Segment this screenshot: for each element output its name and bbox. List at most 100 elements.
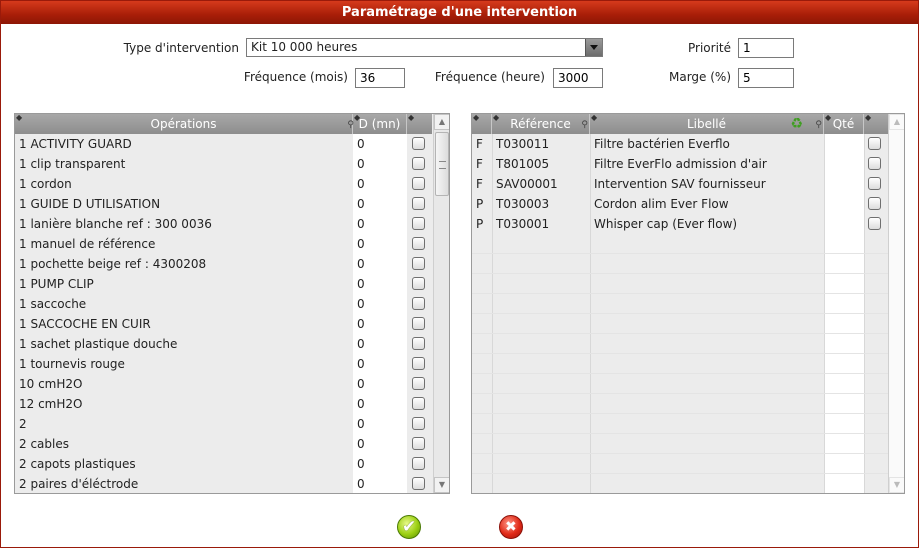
operation-checkbox[interactable] [412,297,425,310]
operation-checkbox[interactable] [412,397,425,410]
article-checkbox[interactable] [868,157,881,170]
col-header-reference[interactable]: ◆ Référence ⚲ [492,114,590,134]
operation-duration[interactable]: 0 [353,314,407,334]
article-checkbox[interactable] [868,137,881,150]
operation-duration[interactable]: 0 [353,354,407,374]
col-header-libelle[interactable]: ◆ Libellé ♻ ⚲ [590,114,824,134]
scroll-up-icon[interactable]: ▲ [434,114,449,130]
table-row[interactable]: P T030003 Cordon alim Ever Flow [472,194,888,214]
article-qte[interactable] [825,194,864,214]
table-row[interactable]: 2 cables 0 [15,434,432,454]
table-row[interactable]: 1 saccoche 0 [15,294,432,314]
table-row[interactable]: 1 clip transparent 0 [15,154,432,174]
operation-checkbox[interactable] [412,257,425,270]
table-row[interactable]: 1 PUMP CLIP 0 [15,274,432,294]
check-icon[interactable] [397,515,421,539]
type-select[interactable]: Kit 10 000 heures [246,38,603,57]
operation-name: 10 cmH2O [19,377,83,391]
operation-duration[interactable]: 0 [353,294,407,314]
operation-checkbox[interactable] [412,137,425,150]
operation-duration[interactable]: 0 [353,154,407,174]
table-row[interactable]: 12 cmH2O 0 [15,394,432,414]
table-row[interactable]: 1 pochette beige ref : 4300208 0 [15,254,432,274]
operation-duration[interactable]: 0 [353,394,407,414]
table-row[interactable]: P T030001 Whisper cap (Ever flow) [472,214,888,234]
operation-checkbox[interactable] [412,357,425,370]
priorite-input[interactable] [738,38,794,58]
operation-duration[interactable]: 0 [353,454,407,474]
article-qte [825,434,864,454]
table-row[interactable]: 2 paires d'éléctrode 0 [15,474,432,493]
scroll-down-icon[interactable]: ▼ [434,477,449,493]
article-qte[interactable] [825,174,864,194]
scroll-down-icon[interactable]: ▼ [889,477,904,493]
operation-duration[interactable]: 0 [353,174,407,194]
freq-mois-input[interactable] [355,68,405,88]
table-row[interactable]: F T030011 Filtre bactérien Everflo [472,134,888,154]
marge-input[interactable] [738,68,794,88]
operation-duration[interactable]: 0 [353,374,407,394]
operation-checkbox[interactable] [412,217,425,230]
operation-duration[interactable]: 0 [353,134,407,154]
article-checkbox[interactable] [868,177,881,190]
article-reference: SAV00001 [496,177,558,191]
operation-checkbox[interactable] [412,417,425,430]
search-icon[interactable]: ⚲ [581,115,588,135]
operation-duration[interactable]: 0 [353,474,407,493]
scroll-up-icon[interactable]: ▲ [889,114,904,130]
operation-checkbox[interactable] [412,377,425,390]
col-header-d[interactable]: ◆ D (mn) [353,114,407,134]
article-qte[interactable] [825,134,864,154]
scroll-thumb[interactable] [435,132,449,196]
operation-duration[interactable]: 0 [353,234,407,254]
search-icon[interactable]: ⚲ [815,115,822,135]
table-row[interactable]: 1 cordon 0 [15,174,432,194]
operation-checkbox[interactable] [412,337,425,350]
table-row[interactable]: 1 tournevis rouge 0 [15,354,432,374]
operation-checkbox[interactable] [412,477,425,490]
table-row[interactable]: 10 cmH2O 0 [15,374,432,394]
operation-duration[interactable]: 0 [353,434,407,454]
article-checkbox[interactable] [868,217,881,230]
operation-checkbox[interactable] [412,437,425,450]
article-checkbox[interactable] [868,197,881,210]
operation-checkbox[interactable] [412,317,425,330]
operation-checkbox[interactable] [412,157,425,170]
operation-duration[interactable]: 0 [353,274,407,294]
operation-duration[interactable]: 0 [353,254,407,274]
table-row[interactable]: 1 ACTIVITY GUARD 0 [15,134,432,154]
col-header-operations[interactable]: ◆ Opérations ⚲ [15,113,354,134]
chevron-down-icon[interactable] [585,39,602,56]
articles-scrollbar[interactable]: ▲ ▼ [888,114,904,493]
pin-icon: ◆ [493,113,500,122]
operation-duration[interactable]: 0 [353,334,407,354]
dialog-title: Paramétrage d'une intervention [1,1,918,24]
table-row[interactable]: 2 capots plastiques 0 [15,454,432,474]
operation-duration[interactable]: 0 [353,414,407,434]
article-qte[interactable] [825,154,864,174]
table-row[interactable]: 20 [15,414,432,434]
operation-checkbox[interactable] [412,197,425,210]
table-row[interactable]: 1 sachet plastique douche 0 [15,334,432,354]
freq-heure-input[interactable] [553,68,603,88]
table-row[interactable]: 1 SACCOCHE EN CUIR 0 [15,314,432,334]
operation-duration[interactable]: 0 [353,194,407,214]
pin-icon: ◆ [16,113,23,122]
close-icon[interactable] [499,515,523,539]
table-row[interactable]: 1 lanière blanche ref : 300 0036 0 [15,214,432,234]
article-qte[interactable] [825,214,864,234]
operations-scrollbar[interactable]: ▲ ▼ [433,114,449,493]
operation-checkbox[interactable] [412,177,425,190]
operation-checkbox[interactable] [412,277,425,290]
table-row[interactable]: F T801005 Filtre EverFlo admission d'air [472,154,888,174]
recycle-icon[interactable]: ♻ [790,117,803,131]
col-header-qte[interactable]: ◆ Qté [824,114,864,134]
operation-checkbox[interactable] [412,237,425,250]
table-row[interactable]: 1 manuel de référence 0 [15,234,432,254]
operation-name: 1 GUIDE D UTILISATION [19,197,161,211]
table-row[interactable]: F SAV00001 Intervention SAV fournisseur [472,174,888,194]
operation-duration[interactable]: 0 [353,214,407,234]
operation-checkbox[interactable] [412,457,425,470]
table-row[interactable]: 1 GUIDE D UTILISATION 0 [15,194,432,214]
type-label: Type d'intervention [123,41,239,55]
